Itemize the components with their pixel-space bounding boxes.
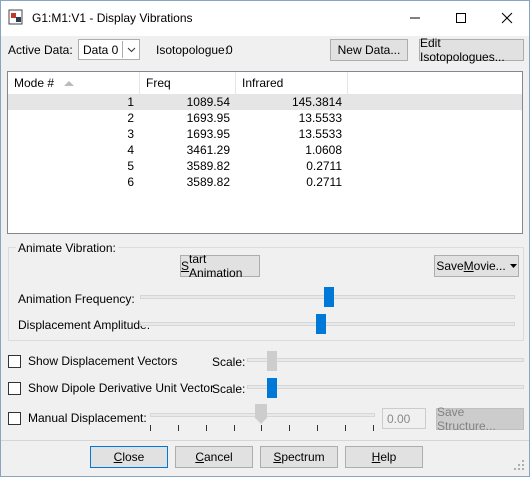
gaussview-app-icon: [8, 9, 23, 25]
table-row[interactable]: 3 1693.95 13.5533: [8, 126, 522, 142]
table-cell-mode: 4: [127, 143, 134, 157]
maximize-button[interactable]: [438, 0, 484, 36]
table-cell-mode: 2: [127, 111, 134, 125]
table-cell-ir: 1.0608: [305, 143, 342, 157]
displacement-scale-slider[interactable]: [267, 351, 277, 371]
window-title: G1:M1:V1 - Display Vibrations: [32, 11, 193, 25]
table-cell-ir: 13.5533: [298, 111, 342, 125]
close-icon: [501, 12, 513, 24]
show-dipole-derivative-checkbox[interactable]: [8, 382, 21, 395]
table-cell-freq: 1089.54: [186, 95, 230, 109]
title-bar: G1:M1:V1 - Display Vibrations: [0, 0, 530, 36]
table-cell-mode: 1: [127, 95, 134, 109]
maximize-icon: [456, 13, 466, 23]
chevron-down-icon: [122, 41, 139, 58]
table-cell-mode: 6: [127, 175, 134, 189]
table-cell-mode: 3: [127, 127, 134, 141]
close-button[interactable]: Close: [90, 446, 168, 468]
displacement-amplitude-track: [140, 322, 515, 326]
table-cell-freq: 1693.95: [186, 127, 230, 141]
dipole-scale-track: [247, 385, 524, 389]
displacement-scale-label: Scale:: [212, 355, 246, 369]
table-cell-freq: 3589.82: [186, 175, 230, 189]
minimize-button[interactable]: [392, 0, 438, 36]
table-cell-mode: 5: [127, 159, 134, 173]
active-data-label: Active Data:: [8, 43, 73, 57]
isotopologue-label: Isotopologue:: [156, 43, 229, 57]
table-row[interactable]: 6 3589.82 0.2711: [8, 174, 522, 190]
animation-frequency-slider[interactable]: [323, 287, 334, 307]
manual-displacement-value[interactable]: 0.00: [382, 408, 426, 429]
table-cell-ir: 145.3814: [291, 95, 342, 109]
show-displacement-vectors-checkbox[interactable]: [8, 355, 21, 368]
isotopologue-value: 0: [226, 43, 233, 57]
dipole-scale-slider[interactable]: [267, 378, 277, 398]
manual-displacement-slider[interactable]: [255, 404, 267, 424]
table-row[interactable]: 4 3461.29 1.0608: [8, 142, 522, 158]
displacement-scale-track: [247, 358, 524, 362]
edit-isotopologues-button[interactable]: Edit Isotopologues...: [419, 36, 524, 64]
animate-vibration-label: Animate Vibration:: [16, 241, 118, 255]
resize-grip-icon[interactable]: [513, 459, 525, 471]
column-header-infrared[interactable]: Infrared: [236, 72, 348, 94]
manual-displacement-checkbox[interactable]: [8, 412, 21, 425]
table-cell-ir: 13.5533: [298, 127, 342, 141]
new-data-button[interactable]: New Data...: [330, 39, 408, 61]
displacement-amplitude-slider[interactable]: [316, 314, 327, 334]
table-cell-ir: 0.2711: [306, 175, 342, 189]
footer-divider: [0, 440, 530, 441]
spectrum-button[interactable]: Spectrum: [260, 446, 338, 468]
save-movie-button[interactable]: Save Movie...: [434, 255, 519, 277]
table-cell-freq: 3589.82: [186, 159, 230, 173]
table-cell-freq: 1693.95: [186, 111, 230, 125]
start-animation-button[interactable]: Start Animation: [180, 252, 260, 280]
table-row[interactable]: 1 1089.54 145.3814: [8, 94, 522, 110]
dropdown-arrow-icon: [509, 264, 517, 268]
active-data-select[interactable]: Data 0: [78, 39, 140, 60]
sort-ascending-icon: [64, 81, 74, 86]
cancel-button[interactable]: Cancel: [175, 446, 253, 468]
show-displacement-vectors-label: Show Displacement Vectors: [28, 354, 178, 368]
table-row[interactable]: 5 3589.82 0.2711: [8, 158, 522, 174]
help-button[interactable]: Help: [345, 446, 423, 468]
minimize-icon: [410, 17, 420, 19]
displacement-amplitude-label: Displacement Amplitude:: [18, 318, 151, 332]
table-cell-freq: 3461.29: [186, 143, 230, 157]
column-header-freq[interactable]: Freq: [140, 72, 236, 94]
column-header-mode[interactable]: Mode #: [8, 72, 140, 94]
modes-table[interactable]: Mode # Freq Infrared 1 1089.54 145.3814 2 16…: [7, 71, 523, 234]
animation-frequency-label: Animation Frequency:: [18, 292, 135, 306]
close-window-button[interactable]: [484, 0, 530, 36]
table-cell-ir: 0.2711: [306, 159, 342, 173]
manual-displacement-label: Manual Displacement:: [28, 411, 147, 425]
show-dipole-derivative-label: Show Dipole Derivative Unit Vector: [28, 381, 215, 395]
table-row[interactable]: 2 1693.95 13.5533: [8, 110, 522, 126]
save-structure-button[interactable]: Save Structure...: [436, 405, 524, 433]
active-data-value: Data 0: [83, 43, 119, 57]
dipole-scale-label: Scale:: [212, 382, 246, 396]
